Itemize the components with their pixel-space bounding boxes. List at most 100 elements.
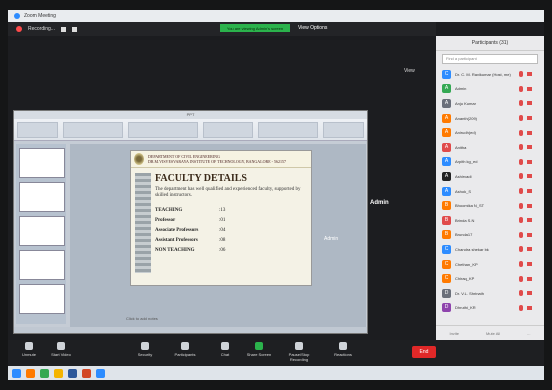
participant-name: Anju Kumar bbox=[455, 100, 476, 106]
avatar: C bbox=[442, 244, 451, 254]
participant-item[interactable]: A Ashok_S bbox=[436, 184, 544, 199]
muted-microphone-icon bbox=[519, 144, 523, 151]
institute-name: DR.M.VISVESVARAYA INSTITUTE OF TECHNOLOG… bbox=[148, 159, 286, 164]
video-tile-name-small: Admin bbox=[324, 236, 339, 242]
powerpoint-icon[interactable] bbox=[82, 368, 91, 378]
participant-name: Admin bbox=[455, 86, 467, 92]
avatar: C bbox=[442, 274, 451, 284]
muted-microphone-icon bbox=[519, 231, 523, 238]
start-icon[interactable] bbox=[12, 368, 21, 378]
avatar: A bbox=[442, 128, 451, 138]
video-camera-icon bbox=[57, 342, 65, 350]
ppt-title: PPT bbox=[14, 111, 367, 119]
participant-item[interactable]: A Anju Kumar bbox=[436, 96, 544, 111]
participants-footer: Invite Mute All ... bbox=[436, 325, 544, 340]
recording-icon bbox=[16, 26, 22, 32]
participant-name: Anirudh(ed) bbox=[455, 130, 476, 136]
start-video-button[interactable]: Start Video bbox=[42, 342, 80, 366]
participant-item[interactable]: B Brunda17 bbox=[436, 228, 544, 243]
participant-item[interactable]: A Ashirvadi bbox=[436, 169, 544, 184]
video-off-icon bbox=[527, 262, 532, 267]
participant-item[interactable]: A Anitha bbox=[436, 140, 544, 155]
notes-placeholder[interactable]: Click to add notes bbox=[126, 316, 158, 321]
avatar: A bbox=[442, 84, 451, 94]
video-off-icon bbox=[527, 203, 532, 208]
chat-button[interactable]: Chat bbox=[206, 342, 244, 366]
participant-item[interactable]: C Chiraq_KP bbox=[436, 271, 544, 286]
invite-button[interactable]: Invite bbox=[449, 331, 459, 336]
participant-item[interactable]: A Arpith kg_ed bbox=[436, 155, 544, 170]
participant-item[interactable]: B Bhoomika N_ST bbox=[436, 198, 544, 213]
pause-recording-icon[interactable] bbox=[60, 26, 66, 32]
view-options-button[interactable]: View Options bbox=[298, 24, 342, 32]
muted-microphone-icon bbox=[519, 100, 523, 107]
muted-microphone-icon bbox=[519, 202, 523, 209]
participant-name: Ashok_S bbox=[455, 188, 472, 194]
avatar: A bbox=[442, 186, 451, 196]
video-off-icon bbox=[527, 86, 532, 91]
participant-name: Ashirvadi bbox=[455, 173, 472, 179]
browser-icon[interactable] bbox=[26, 368, 35, 378]
chrome-icon[interactable] bbox=[40, 368, 49, 378]
avatar: A bbox=[442, 98, 451, 108]
security-button[interactable]: Security bbox=[126, 342, 164, 366]
participant-item[interactable]: B Brinda S.N bbox=[436, 213, 544, 228]
participant-name: Bhoomika N_ST bbox=[455, 203, 485, 209]
share-screen-button[interactable]: Share Screen bbox=[240, 342, 278, 366]
row-label: Assistant Professors bbox=[155, 237, 198, 243]
muted-microphone-icon bbox=[519, 71, 523, 78]
chat-label: Chat bbox=[220, 352, 230, 357]
slide-thumbnail bbox=[19, 148, 65, 178]
slide-thumbnail bbox=[19, 182, 65, 212]
recording-label: Recording... bbox=[28, 26, 55, 32]
video-off-icon bbox=[527, 72, 532, 77]
end-button[interactable]: End bbox=[412, 346, 436, 358]
ribbon-group bbox=[258, 122, 319, 138]
pause-recording-label: Pause/Stop Recording bbox=[288, 352, 310, 362]
participant-name: Dr. C. M. Ravikumar (Host, me) bbox=[455, 71, 511, 77]
window-title: Zoom Meeting bbox=[24, 13, 56, 19]
row-label: Professor bbox=[155, 217, 176, 223]
shield-icon bbox=[141, 342, 149, 350]
participant-item[interactable]: A Anirudh(ed) bbox=[436, 125, 544, 140]
participants-button[interactable]: Participants bbox=[166, 342, 204, 366]
mute-all-button[interactable]: Mute All bbox=[486, 331, 500, 336]
avatar: B bbox=[442, 230, 451, 240]
participant-item[interactable]: A Admin bbox=[436, 82, 544, 97]
table-row: NON TEACHING:06 bbox=[155, 245, 239, 255]
participant-item[interactable]: D Dr. V.L. Shrinath bbox=[436, 286, 544, 301]
video-off-icon bbox=[527, 218, 532, 223]
row-label: TEACHING bbox=[155, 207, 183, 213]
zoom-taskbar-icon[interactable] bbox=[96, 368, 105, 378]
participant-item[interactable]: C Chethan_KP bbox=[436, 257, 544, 272]
pause-recording-button[interactable]: Pause/Stop Recording bbox=[280, 342, 318, 366]
slide-thumbnails bbox=[16, 144, 66, 324]
chat-icon bbox=[221, 342, 229, 350]
table-row: Assistant Professors:08 bbox=[155, 235, 239, 245]
ribbon-group bbox=[323, 122, 364, 138]
participant-item[interactable]: D Dhruthi_KR bbox=[436, 301, 544, 316]
participant-item[interactable]: C Dr. C. M. Ravikumar (Host, me) bbox=[436, 67, 544, 82]
video-off-icon bbox=[527, 291, 532, 296]
participant-search-input[interactable]: Find a participant bbox=[442, 54, 538, 64]
reactions-button[interactable]: Reactions bbox=[324, 342, 362, 366]
word-icon[interactable] bbox=[68, 368, 77, 378]
participant-name: Arpith kg_ed bbox=[455, 159, 478, 165]
participant-item[interactable]: C Chandra shekar bk bbox=[436, 242, 544, 257]
video-off-icon bbox=[527, 189, 532, 194]
row-label: Associate Professors bbox=[155, 227, 199, 233]
slide-thumbnail bbox=[19, 284, 65, 314]
row-label: NON TEACHING bbox=[155, 247, 195, 253]
video-off-icon bbox=[527, 276, 532, 281]
view-button[interactable]: View bbox=[404, 68, 415, 74]
video-off-icon bbox=[527, 145, 532, 150]
participant-name: Anitha bbox=[455, 144, 467, 150]
pause-stop-icon bbox=[295, 342, 303, 350]
participant-name: Dhruthi_KR bbox=[455, 305, 476, 311]
stop-recording-icon[interactable] bbox=[71, 26, 77, 32]
participant-item[interactable]: A Ananth(209) bbox=[436, 111, 544, 126]
folder-icon[interactable] bbox=[54, 368, 63, 378]
video-off-icon bbox=[527, 305, 532, 310]
more-button[interactable]: ... bbox=[527, 331, 530, 336]
participant-name: Dr. V.L. Shrinath bbox=[455, 290, 484, 296]
